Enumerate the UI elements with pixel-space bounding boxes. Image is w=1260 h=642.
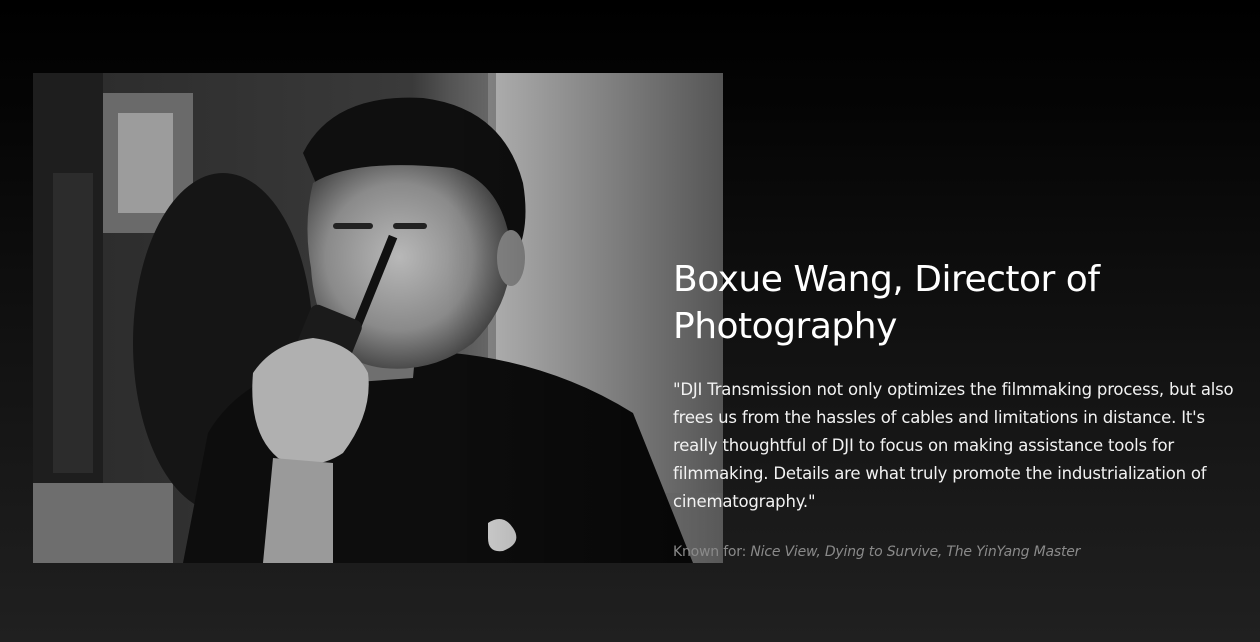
profile-info: Boxue Wang, Director of Photography "DJI… — [673, 256, 1238, 562]
testimonial-section: Boxue Wang, Director of Photography "DJI… — [0, 0, 1260, 642]
known-for: Known for: Nice View, Dying to Survive, … — [673, 542, 1238, 562]
known-for-works: Nice View, Dying to Survive, The YinYang… — [750, 544, 1081, 560]
profile-name: Boxue Wang, Director of Photography — [673, 259, 1100, 347]
known-for-label: Known for: — [673, 544, 751, 560]
testimonial-quote: "DJI Transmission not only optimizes the… — [673, 380, 1234, 511]
portrait-photo — [33, 73, 723, 563]
